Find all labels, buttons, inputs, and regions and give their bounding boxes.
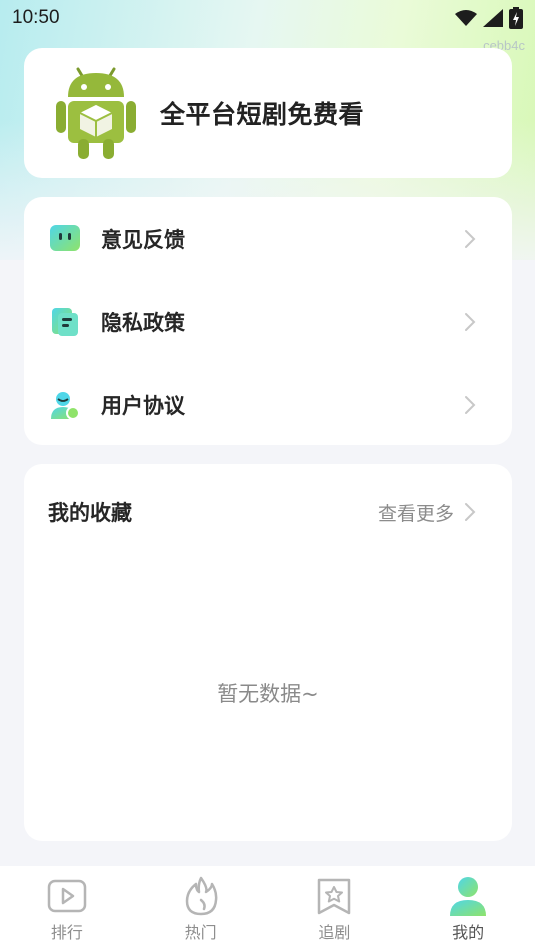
android-box-logo [56,67,136,159]
play-rank-icon [47,876,87,916]
tab-label-mine: 我的 [452,923,485,942]
user-agreement-icon [49,389,81,421]
menu-label-feedback: 意见反馈 [101,227,185,252]
status-time: 10:50 [12,7,60,28]
view-more-label: 查看更多 [377,502,454,525]
menu-card: 意见反馈 隐私政策 用户协议 [24,197,512,445]
status-bar: 10:50 [0,0,535,36]
battery-charging-icon [509,7,523,29]
bookmark-star-icon [314,876,354,916]
hero-title: 全平台短剧免费看 [160,100,365,129]
empty-state-text: 暂无数据~ [217,682,319,706]
flame-icon [181,876,221,916]
tab-label-follow: 追剧 [318,923,351,942]
menu-item-privacy[interactable]: 隐私政策 [24,280,512,363]
view-more-link[interactable]: 查看更多 [378,499,476,526]
person-icon [448,876,488,916]
chevron-right-icon [465,229,476,248]
menu-label-user-agreement: 用户协议 [101,393,185,418]
chevron-right-icon [465,395,476,414]
menu-label-privacy: 隐私政策 [101,310,185,335]
wifi-icon [455,10,477,26]
feedback-icon [49,223,81,255]
cell-signal-icon [483,9,503,27]
tab-hot[interactable]: 热门 [134,866,268,951]
favorites-title: 我的收藏 [48,501,132,525]
hero-card: 全平台短剧免费看 [24,48,512,178]
chevron-right-icon [465,312,476,331]
favorites-card: 我的收藏 查看更多 暂无数据~ [24,464,512,841]
tab-rank[interactable]: 排行 [0,866,134,951]
tab-follow[interactable]: 追剧 [268,866,402,951]
tab-mine[interactable]: 我的 [401,866,535,951]
chevron-right-icon [465,503,476,521]
menu-item-feedback[interactable]: 意见反馈 [24,197,512,280]
menu-item-user-agreement[interactable]: 用户协议 [24,363,512,446]
privacy-scroll-icon [49,306,81,338]
tab-label-rank: 排行 [50,923,83,942]
status-icons [455,7,523,29]
tab-label-hot: 热门 [184,923,217,942]
bottom-tab-bar: 排行 热门 追剧 我的 [0,866,535,951]
favorites-header: 我的收藏 查看更多 [24,464,512,534]
